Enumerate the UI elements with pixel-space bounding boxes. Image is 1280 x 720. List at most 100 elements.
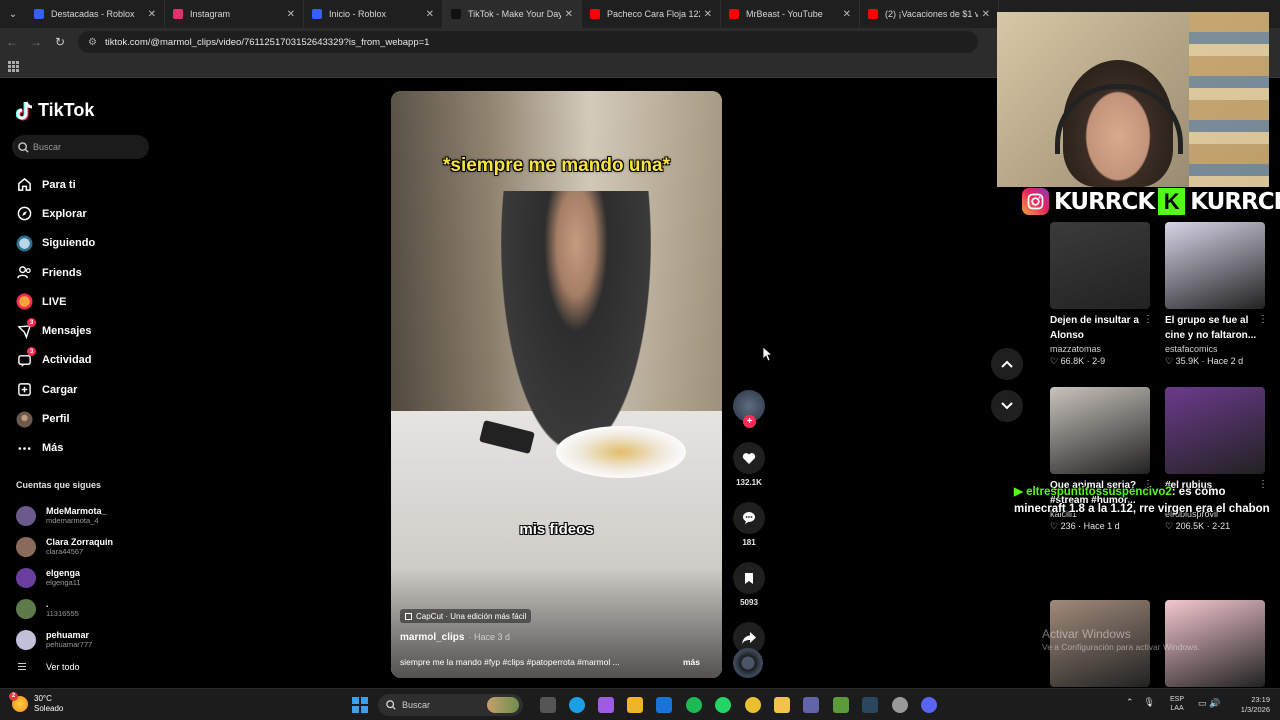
video-player[interactable]: *siempre me mando una* mis fideos CapCut… (391, 91, 722, 678)
music-disc-icon[interactable] (733, 648, 763, 678)
tab-title: Inicio - Roblox (329, 9, 387, 19)
close-tab-icon[interactable]: ✕ (426, 9, 434, 20)
menu-item-siguiendo[interactable]: Siguiendo (14, 229, 95, 258)
store-icon[interactable] (627, 697, 643, 713)
comment-count: 181 (742, 538, 756, 547)
video-thumbnail[interactable] (1050, 222, 1150, 309)
copilot-icon[interactable] (598, 697, 614, 713)
card-meta: ♡ 206.5K · 2-21 (1165, 521, 1231, 531)
roblox-icon[interactable] (892, 697, 908, 713)
discord-icon[interactable] (921, 697, 937, 713)
close-tab-icon[interactable]: ✕ (565, 9, 573, 20)
site-info-icon[interactable]: ⚙ (88, 37, 97, 48)
account-name: pehuamar (46, 630, 90, 640)
following-account[interactable]: elgenga elgenga11 (16, 562, 113, 593)
browser-tab[interactable]: TikTok - Make Your Day ✕ (443, 0, 582, 28)
following-account[interactable]: MdeMarmota_ mdemarmota_4 (16, 500, 113, 531)
following-account[interactable]: pehuamar pehuamar777 (16, 624, 113, 655)
browser-tab[interactable]: Instagram ✕ (165, 0, 304, 28)
whatsapp-icon[interactable] (715, 697, 731, 713)
description-text: siempre me la mando #fyp #clips #patoper… (400, 657, 620, 667)
folder-icon[interactable] (774, 697, 790, 713)
language-indicator[interactable]: ESP LAA (1170, 695, 1184, 713)
close-tab-icon[interactable]: ✕ (704, 9, 712, 20)
spotify-icon[interactable] (686, 697, 702, 713)
close-tab-icon[interactable]: ✕ (843, 9, 851, 20)
minecraft-icon[interactable] (833, 697, 849, 713)
following-account[interactable]: . 11316555 (16, 593, 113, 624)
video-thumbnail[interactable] (1050, 387, 1150, 474)
reload-icon[interactable]: ↻ (48, 28, 72, 56)
menu-item-friends[interactable]: Friends (14, 258, 95, 287)
comment-action[interactable]: 181 (732, 502, 766, 547)
like-action[interactable]: 132.1K (732, 442, 766, 487)
system-clock[interactable]: 23:19 1/3/2026 (1232, 695, 1270, 715)
tiktok-note-icon (16, 100, 33, 120)
previous-video-button[interactable] (991, 348, 1023, 380)
save-action[interactable]: 5093 (732, 562, 766, 607)
close-tab-icon[interactable]: ✕ (148, 9, 156, 20)
browser-tab[interactable]: MrBeast - YouTube ✕ (721, 0, 860, 28)
taskbar-search-input[interactable]: Buscar (378, 694, 523, 716)
close-tab-icon[interactable]: ✕ (287, 9, 295, 20)
follow-plus-icon[interactable]: + (743, 415, 756, 428)
menu-item-explorar[interactable]: Explorar (14, 199, 95, 228)
menu-item-m-s[interactable]: Más (14, 434, 95, 463)
bookmark-icon[interactable] (733, 562, 765, 594)
capcut-tag[interactable]: CapCut · Una edición más fácil (400, 609, 532, 623)
recommended-video-card[interactable]: ⋮ El grupo se fue al cine y no faltaron..… (1165, 222, 1268, 367)
more-button[interactable]: más (683, 657, 700, 667)
list-icon (18, 661, 26, 672)
network-volume-icons[interactable]: ▭ 🔊 (1198, 698, 1220, 709)
avatar (16, 629, 36, 650)
webcam-feed (997, 12, 1269, 187)
tiktok-search-input[interactable]: Buscar (12, 135, 149, 159)
more-icon (14, 438, 34, 458)
account-handle: clara44567 (46, 547, 84, 556)
microphone-icon[interactable]: 🎙 (1144, 697, 1155, 708)
tab-search-icon[interactable]: ⌄ (0, 0, 26, 28)
teams-icon[interactable] (803, 697, 819, 713)
edge-icon[interactable] (569, 697, 585, 713)
chrome-icon[interactable] (745, 697, 761, 713)
outlook-icon[interactable] (656, 697, 672, 713)
more-options-icon[interactable]: ⋮ (1258, 314, 1268, 325)
avatar (16, 567, 36, 588)
kick-chat-icon: ▶ (1014, 486, 1023, 498)
video-thumbnail[interactable] (1165, 222, 1265, 309)
menu-item-para-ti[interactable]: Para ti (14, 170, 95, 199)
apps-grid-icon[interactable] (8, 61, 19, 72)
back-icon[interactable]: ← (0, 28, 24, 56)
taskbar-search-icon (386, 700, 396, 710)
windows-start-icon[interactable] (352, 697, 368, 713)
file-explorer-view-icon[interactable] (540, 697, 556, 713)
browser-tab[interactable]: Destacadas - Roblox ✕ (26, 0, 165, 28)
next-video-button[interactable] (991, 390, 1023, 422)
comment-icon[interactable] (733, 502, 765, 534)
browser-tab[interactable]: Inicio - Roblox ✕ (304, 0, 443, 28)
browser-tab[interactable]: Pacheco Cara Floja 122 | I ✕ (582, 0, 721, 28)
close-tab-icon[interactable]: ✕ (982, 9, 990, 20)
steam-icon[interactable] (862, 697, 878, 713)
address-bar[interactable]: ⚙ tiktok.com/@marmol_clips/video/7611251… (78, 31, 978, 53)
video-author[interactable]: marmol_clips · Hace 3 d (400, 632, 510, 643)
card-meta: ♡ 66.8K · 2-9 (1050, 356, 1106, 366)
tiktok-logo[interactable]: TikTok (16, 100, 94, 121)
forward-icon[interactable]: → (24, 28, 48, 56)
more-options-icon[interactable]: ⋮ (1143, 314, 1153, 325)
search-icon (18, 141, 29, 153)
video-thumbnail[interactable] (1165, 387, 1265, 474)
menu-item-perfil[interactable]: Perfil (14, 404, 95, 433)
see-all-link[interactable]: Ver todo (18, 661, 80, 672)
weather-widget[interactable]: 2 30°C Soleado (9, 692, 63, 714)
recommended-video-card[interactable]: ⋮ Dejen de insultar a Alonso mazzatomas ♡ 6… (1050, 222, 1153, 367)
creator-avatar[interactable]: + (733, 390, 765, 428)
heart-icon[interactable] (733, 442, 765, 474)
menu-item-actividad[interactable]: 3 Actividad (14, 346, 95, 375)
browser-tab[interactable]: (2) ¡Vacaciones de $1 vs $ ✕ (860, 0, 999, 28)
following-account[interactable]: Clara Zorraquin clara44567 (16, 531, 113, 562)
menu-item-live[interactable]: LIVE (14, 287, 95, 316)
menu-item-cargar[interactable]: Cargar (14, 375, 95, 404)
tray-overflow-icon[interactable]: ⌃ (1126, 697, 1134, 708)
menu-item-mensajes[interactable]: 3 Mensajes (14, 316, 95, 345)
